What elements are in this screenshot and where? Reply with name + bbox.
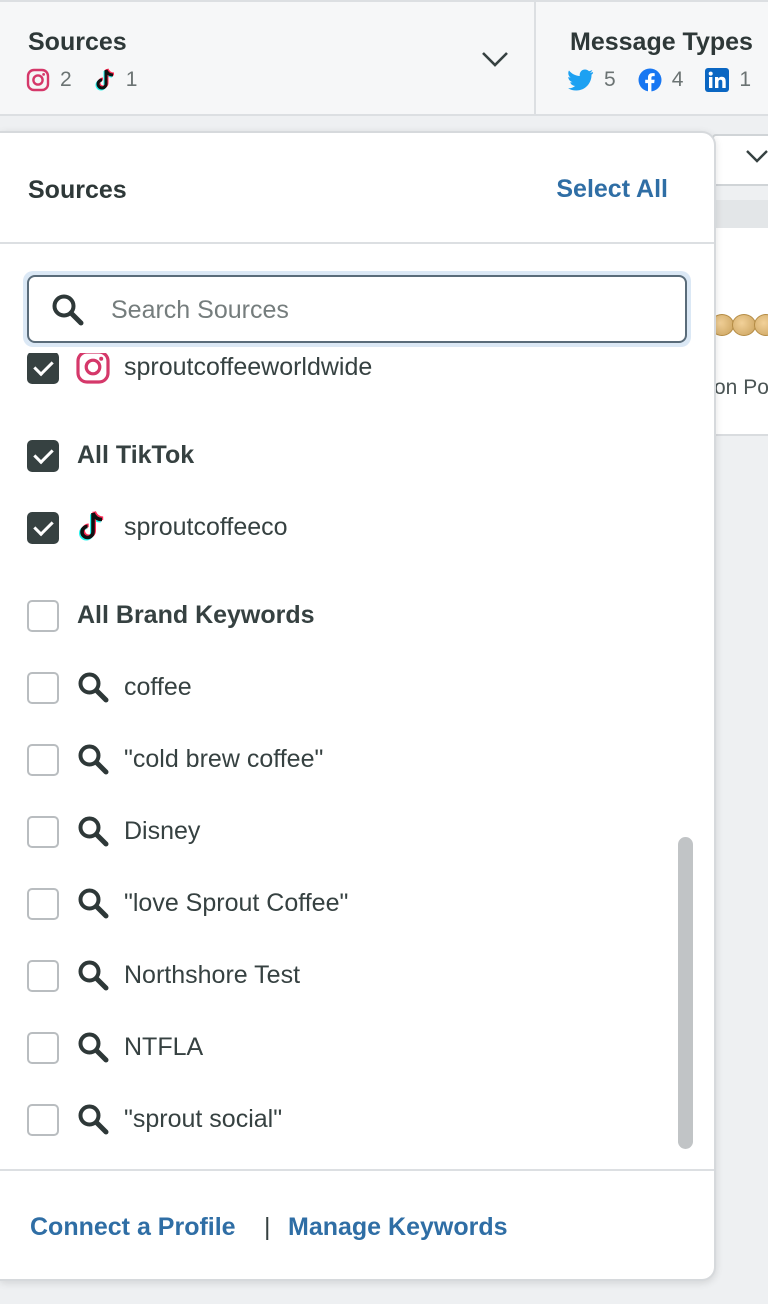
checkbox[interactable]	[27, 1032, 59, 1064]
checkbox[interactable]	[27, 888, 59, 920]
footer-separator: |	[264, 1213, 271, 1241]
checkbox[interactable]	[27, 440, 59, 472]
list-item[interactable]: Disney	[0, 804, 670, 860]
checkbox[interactable]	[27, 960, 59, 992]
linkedin-count: 1	[705, 68, 751, 92]
list-item[interactable]: Northshore Test	[0, 948, 670, 1004]
list-item-label: NTFLA	[124, 1033, 204, 1061]
instagram-count-value: 2	[60, 68, 72, 91]
list-item-label: coffee	[124, 673, 192, 701]
twitter-count-value: 5	[604, 68, 616, 91]
facebook-count-value: 4	[671, 68, 684, 91]
list-item[interactable]: "love Sprout Coffee"	[0, 876, 670, 932]
list-item-label: "love Sprout Coffee"	[124, 889, 349, 917]
checkbox[interactable]	[27, 672, 59, 704]
search-icon	[52, 294, 84, 326]
filter-bar: Sources 2 1 Message Types 5 4 1	[0, 0, 768, 116]
list-group-item[interactable]: All Brand Keywords	[0, 588, 670, 644]
checkbox[interactable]	[27, 600, 59, 632]
dropdown-footer: Connect a Profile | Manage Keywords	[0, 1169, 714, 1279]
instagram-icon	[76, 353, 110, 384]
list-group-item[interactable]: All TikTok	[0, 428, 670, 484]
list-item-label: "sprout social"	[124, 1105, 283, 1133]
search-icon	[78, 672, 109, 703]
twitter-icon	[568, 69, 594, 91]
search-input[interactable]	[109, 277, 673, 343]
connect-profile-link[interactable]: Connect a Profile	[30, 1213, 236, 1242]
search-icon	[78, 888, 109, 919]
search-box[interactable]	[27, 275, 687, 343]
search-icon	[78, 960, 109, 991]
list-group-label: All TikTok	[77, 441, 195, 469]
search-icon	[78, 744, 109, 775]
list-item-label: sproutcoffeeworldwide	[124, 353, 373, 381]
sources-filter-counts: 2 1	[26, 68, 159, 92]
message-types-filter[interactable]: Message Types 5 4 1	[536, 2, 768, 116]
list-item[interactable]: "sprout social"	[0, 1092, 670, 1148]
dropdown-header: Sources Select All	[0, 133, 714, 244]
tiktok-count-value: 1	[125, 68, 138, 91]
sources-filter-title: Sources	[28, 28, 127, 56]
search-icon	[78, 1032, 109, 1063]
list-item-label: Disney	[124, 817, 201, 845]
checkbox[interactable]	[27, 512, 59, 544]
list-item-label: "cold brew coffee"	[124, 745, 324, 773]
instagram-icon	[26, 68, 50, 92]
sources-filter[interactable]: Sources 2 1	[0, 2, 536, 116]
list-item[interactable]: "cold brew coffee"	[0, 732, 670, 788]
checkbox[interactable]	[27, 353, 59, 384]
checkbox[interactable]	[27, 816, 59, 848]
list-group-label: All Brand Keywords	[77, 601, 315, 629]
dropdown-title: Sources	[28, 176, 127, 204]
linkedin-icon	[705, 68, 730, 92]
message-types-filter-title: Message Types	[570, 28, 753, 56]
search-focus-ring	[23, 271, 691, 347]
list-item[interactable]: NTFLA	[0, 1020, 670, 1076]
checkbox[interactable]	[27, 744, 59, 776]
background-card-text: on Po	[714, 376, 768, 399]
tiktok-icon	[79, 511, 104, 541]
chevron-down-icon	[746, 150, 768, 163]
search-icon	[78, 816, 109, 847]
select-all-button[interactable]: Select All	[556, 175, 668, 204]
facebook-icon	[638, 68, 662, 92]
instagram-count: 2	[26, 68, 72, 92]
search-icon	[78, 1104, 109, 1135]
list-item[interactable]: sproutcoffeeworldwide	[0, 353, 670, 396]
list-scrollbar[interactable]	[670, 353, 700, 1153]
chevron-down-icon[interactable]	[478, 42, 512, 76]
facebook-count: 4	[638, 68, 684, 92]
emoji-coins-icon	[710, 314, 768, 336]
linkedin-count-value: 1	[739, 68, 752, 91]
list-item-label: Northshore Test	[124, 961, 301, 989]
twitter-count: 5	[568, 68, 616, 92]
list-item[interactable]: coffee	[0, 660, 670, 716]
list-item[interactable]: sproutcoffeeco	[0, 500, 670, 556]
sources-list: sproutcoffeeworldwide All TikTok sproutc…	[0, 353, 700, 1153]
tiktok-count: 1	[94, 68, 138, 92]
checkbox[interactable]	[27, 1104, 59, 1136]
list-item-label: sproutcoffeeco	[124, 513, 288, 541]
sources-dropdown: Sources Select All sproutcoffeeworldwide	[0, 131, 716, 1281]
tiktok-icon	[95, 68, 114, 91]
manage-keywords-link[interactable]: Manage Keywords	[288, 1213, 508, 1242]
message-types-counts: 5 4 1	[568, 68, 768, 92]
scrollbar-thumb[interactable]	[678, 837, 693, 1149]
